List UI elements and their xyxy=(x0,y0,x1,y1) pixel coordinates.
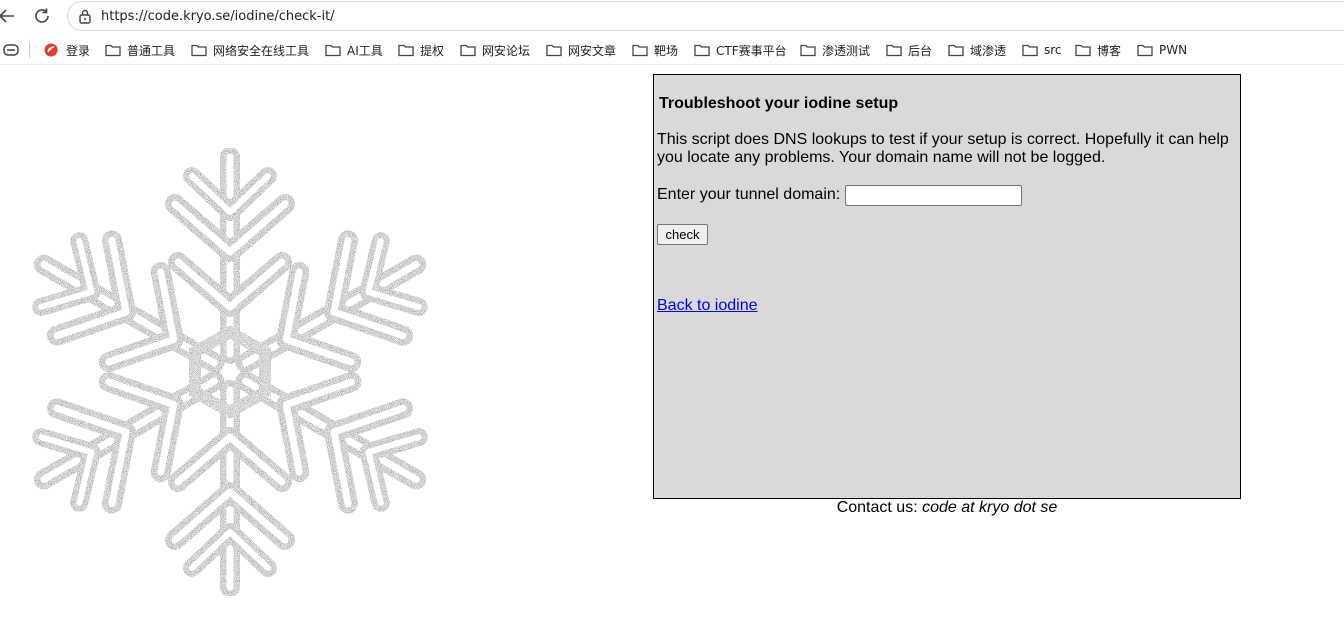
red-circle-icon xyxy=(44,43,60,57)
folder-icon xyxy=(191,43,207,57)
tunnel-domain-input[interactable] xyxy=(845,185,1022,206)
bookmark-folder[interactable]: src xyxy=(1022,41,1062,59)
lock-icon[interactable] xyxy=(78,9,92,29)
bookmark-label: 域渗透 xyxy=(970,43,1007,58)
bookmark-folder[interactable]: AI工具 xyxy=(325,41,383,59)
folder-icon xyxy=(460,43,476,57)
apps-icon[interactable] xyxy=(3,41,19,59)
bookmark-folder[interactable]: 提权 xyxy=(398,41,444,59)
tunnel-domain-label: Enter your tunnel domain: xyxy=(657,186,841,203)
address-bar[interactable]: https://code.kryo.se/iodine/check-it/ xyxy=(67,1,1344,31)
bookmark-label: 登录 xyxy=(66,43,91,58)
browser-toolbar: https://code.kryo.se/iodine/check-it/ xyxy=(0,0,1344,32)
folder-icon xyxy=(1137,43,1153,57)
bookmark-label: src xyxy=(1044,43,1062,57)
bookmark-label: 网安论坛 xyxy=(482,43,531,58)
check-button[interactable]: check xyxy=(657,224,708,245)
bookmark-label: 后台 xyxy=(908,43,933,58)
troubleshoot-panel: Troubleshoot your iodine setup This scri… xyxy=(653,74,1241,499)
bookmark-label: 渗透测试 xyxy=(822,43,871,58)
bookmark-folder[interactable]: PWN xyxy=(1137,41,1187,59)
back-to-iodine-link[interactable]: Back to iodine xyxy=(657,297,758,315)
bookmark-folder[interactable]: 网安论坛 xyxy=(460,41,530,59)
bookmark-label: 普通工具 xyxy=(127,43,176,58)
panel-description: This script does DNS lookups to test if … xyxy=(657,131,1229,166)
bookmark-folder[interactable]: 博客 xyxy=(1075,41,1121,59)
reload-icon[interactable] xyxy=(31,5,53,27)
folder-icon xyxy=(694,43,710,57)
url-text[interactable]: https://code.kryo.se/iodine/check-it/ xyxy=(101,9,335,24)
bookmark-label: PWN xyxy=(1159,43,1188,57)
folder-icon xyxy=(632,43,648,57)
contact-line: Contact us: code at kryo dot se xyxy=(653,499,1241,517)
panel-title: Troubleshoot your iodine setup xyxy=(659,95,899,112)
bookmark-folder[interactable]: 网络安全在线工具 xyxy=(191,41,309,59)
contact-email: code at kryo dot se xyxy=(922,499,1058,516)
folder-icon xyxy=(800,43,816,57)
folder-icon xyxy=(1075,43,1091,57)
folder-icon xyxy=(325,43,341,57)
bookmark-label: 博客 xyxy=(1097,43,1122,58)
snowflake-image xyxy=(20,148,440,596)
bookmarks-separator xyxy=(29,42,30,58)
bookmark-folder[interactable]: 靶场 xyxy=(632,41,678,59)
folder-icon xyxy=(398,43,414,57)
bookmark-label: CTF赛事平台 xyxy=(716,43,787,58)
bookmark-login[interactable]: 登录 xyxy=(44,41,90,59)
folder-icon xyxy=(1022,43,1038,57)
bookmark-label: 网络安全在线工具 xyxy=(213,43,310,58)
folder-icon xyxy=(948,43,964,57)
bookmark-label: 网安文章 xyxy=(568,43,617,58)
folder-icon xyxy=(546,43,562,57)
bookmark-label: 靶场 xyxy=(654,43,679,58)
bookmark-folder[interactable]: CTF赛事平台 xyxy=(694,41,787,59)
folder-icon xyxy=(886,43,902,57)
bookmark-folder[interactable]: 后台 xyxy=(886,41,932,59)
bookmark-label: AI工具 xyxy=(347,43,383,58)
bookmark-folder[interactable]: 普通工具 xyxy=(105,41,175,59)
bookmark-folder[interactable]: 渗透测试 xyxy=(800,41,870,59)
bookmark-folder[interactable]: 域渗透 xyxy=(948,41,1006,59)
contact-prefix: Contact us: xyxy=(836,499,918,516)
back-arrow-icon[interactable] xyxy=(0,5,18,27)
bookmark-folder[interactable]: 网安文章 xyxy=(546,41,616,59)
bookmark-label: 提权 xyxy=(420,43,445,58)
folder-icon xyxy=(105,43,121,57)
